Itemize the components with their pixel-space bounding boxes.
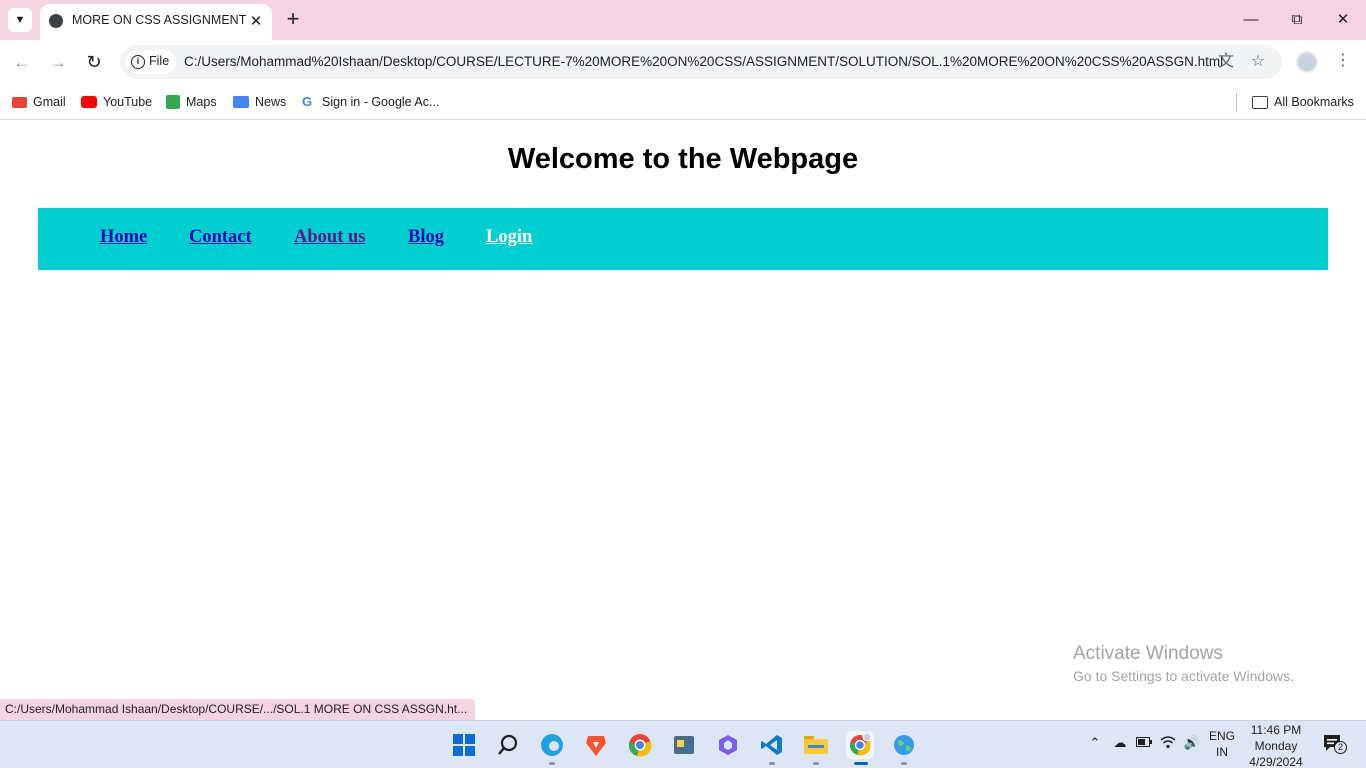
language-code: ENG [1208, 729, 1235, 743]
running-indicator [813, 762, 819, 765]
copilot-icon[interactable] [714, 731, 742, 759]
nav-link-contact[interactable]: Contact [189, 227, 252, 248]
tab-search-button[interactable]: ▼ [8, 8, 32, 32]
nav-bar: Home Contact About us Blog Login [38, 208, 1328, 270]
folder-icon [1252, 95, 1268, 109]
vscode-icon[interactable] [758, 731, 786, 765]
url-text[interactable]: C:/Users/Mohammad%20Ishaan/Desktop/COURS… [184, 54, 1223, 69]
info-icon: i [131, 55, 145, 69]
edge-icon[interactable] [538, 731, 566, 765]
notification-center-button[interactable]: 2 [1322, 733, 1347, 755]
bookmark-star-icon[interactable]: ☆ [1247, 51, 1269, 73]
running-indicator [549, 762, 555, 765]
onedrive-sync-icon[interactable]: ☁ [1110, 735, 1130, 751]
bookmark-label: YouTube [103, 95, 153, 109]
bookmark-maps[interactable]: Maps [166, 92, 217, 112]
bookmark-youtube[interactable]: YouTube [81, 92, 152, 112]
close-icon[interactable]: ✕ [246, 11, 266, 31]
site-info-label: File [149, 54, 170, 68]
clock-day: Monday [1254, 739, 1298, 753]
brave-icon[interactable] [582, 731, 610, 759]
bookmark-label: Maps [186, 95, 217, 109]
bookmarks-bar: Gmail YouTube Maps News G Sign in - Goog… [0, 85, 1366, 120]
file-explorer-icon[interactable] [802, 731, 830, 765]
bookmark-label: Sign in - Google Ac... [322, 95, 440, 109]
bookmark-google-signin[interactable]: G Sign in - Google Ac... [302, 92, 439, 112]
page-viewport: Welcome to the Webpage Home Contact Abou… [0, 121, 1366, 720]
bookmarks-divider [1236, 93, 1237, 111]
browser-tab[interactable]: MORE ON CSS ASSIGNMENT ✕ [40, 4, 272, 40]
running-indicator [901, 762, 907, 765]
link-status-bubble: C:/Users/Mohammad Ishaan/Desktop/COURSE/… [0, 699, 476, 720]
volume-icon[interactable]: 🔊 [1182, 735, 1202, 751]
chrome-profile-icon[interactable] [846, 731, 874, 765]
all-bookmarks-label: All Bookmarks [1274, 95, 1354, 109]
clock-time: 11:46 PM [1250, 723, 1302, 737]
nav-link-home[interactable]: Home [100, 227, 147, 248]
taskbar: ⌃ ☁ 🔊 ENG IN 11:46 PM Monday 4/29/2024 2 [0, 720, 1366, 770]
start-windows-icon[interactable] [450, 731, 478, 759]
reload-icon[interactable]: ↻ [82, 50, 106, 74]
globe-icon [49, 14, 63, 28]
back-icon[interactable]: ← [10, 50, 34, 74]
active-indicator [854, 762, 868, 765]
running-indicator [769, 762, 775, 765]
notification-count-badge: 2 [1334, 741, 1347, 754]
restore-icon[interactable]: ⧉ [1286, 9, 1308, 31]
menu-kebab-icon[interactable]: ⋮ [1332, 50, 1354, 72]
search-icon[interactable] [494, 731, 522, 759]
bookmark-gmail[interactable]: Gmail [12, 92, 66, 112]
site-info-chip[interactable]: i File [126, 50, 176, 74]
nav-link-login[interactable]: Login [486, 227, 532, 248]
nav-link-about-us[interactable]: About us [294, 227, 365, 248]
maps-icon [166, 95, 180, 109]
new-tab-button[interactable]: + [282, 8, 304, 32]
chrome-icon[interactable] [626, 731, 654, 759]
address-bar[interactable]: i File C:/Users/Mohammad%20Ishaan/Deskto… [120, 45, 1282, 79]
all-bookmarks-button[interactable]: All Bookmarks [1252, 92, 1354, 112]
tab-title: MORE ON CSS ASSIGNMENT [72, 13, 247, 27]
nav-link-blog[interactable]: Blog [408, 227, 444, 248]
gmail-icon [12, 96, 27, 108]
close-window-icon[interactable]: ✕ [1332, 9, 1354, 31]
youtube-icon [81, 96, 97, 108]
language-indicator[interactable]: ENG IN [1206, 728, 1238, 760]
bookmark-label: Gmail [33, 95, 66, 109]
news-icon [233, 96, 249, 108]
bookmark-label: News [255, 95, 287, 109]
chevron-down-icon: ▼ [14, 14, 26, 26]
avatar[interactable] [1296, 51, 1318, 73]
activate-windows-subtitle: Go to Settings to activate Windows. [1073, 668, 1294, 684]
activate-windows-title: Activate Windows [1073, 643, 1223, 664]
battery-icon[interactable] [1134, 735, 1154, 750]
chevron-up-icon[interactable]: ⌃ [1086, 735, 1104, 751]
wifi-icon[interactable] [1158, 735, 1178, 752]
bookmark-news[interactable]: News [233, 92, 286, 112]
page-title: Welcome to the Webpage [507, 143, 859, 175]
translate-icon[interactable]: 文 [1215, 51, 1237, 73]
region-code: IN [1216, 745, 1228, 759]
python-idle-icon[interactable] [670, 731, 698, 759]
minimize-icon[interactable]: — [1240, 9, 1262, 31]
clock[interactable]: 11:46 PM Monday 4/29/2024 [1244, 721, 1308, 770]
browser-toolbar: ← → ↻ i File C:/Users/Mohammad%20Ishaan/… [0, 40, 1366, 85]
google-icon: G [302, 94, 313, 109]
forward-icon[interactable]: → [46, 50, 70, 74]
globe-app-icon[interactable] [890, 731, 918, 765]
tab-strip: ▼ MORE ON CSS ASSIGNMENT ✕ + — ⧉ ✕ [0, 0, 1366, 40]
